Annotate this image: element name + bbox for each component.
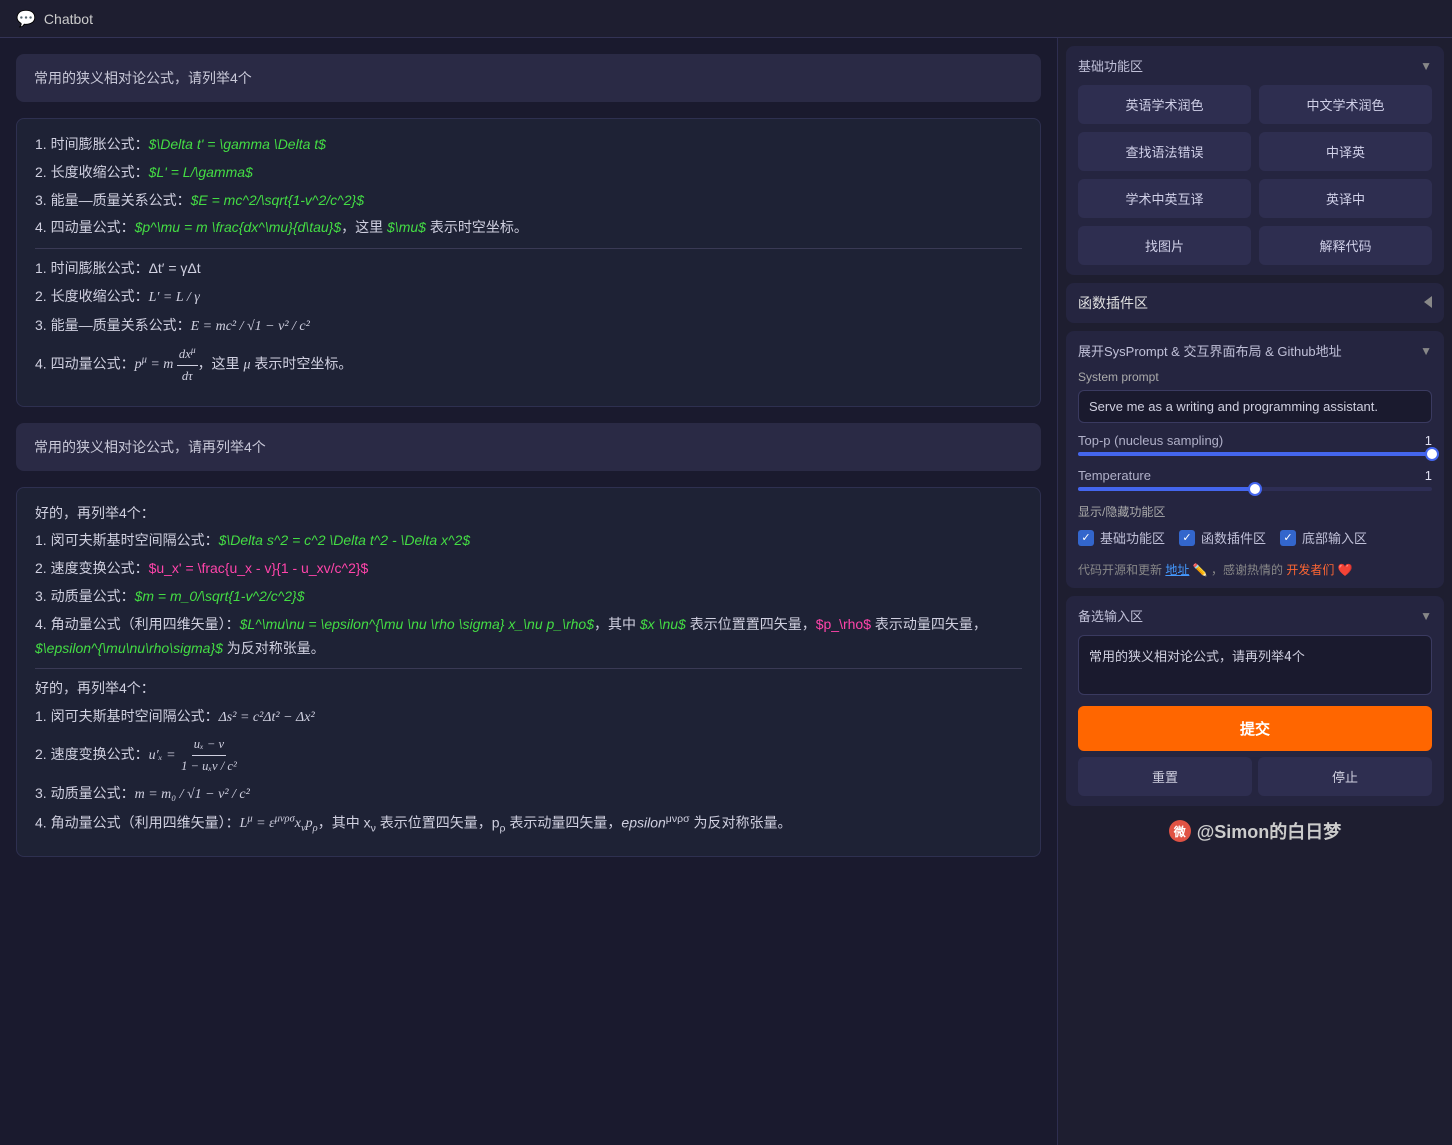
func-section-triangle[interactable]: [1424, 295, 1432, 311]
reset-button[interactable]: 重置: [1078, 757, 1252, 796]
checkbox-bottom-input[interactable]: ✓ 底部输入区: [1280, 528, 1367, 547]
top-p-value: 1: [1425, 433, 1432, 448]
top-p-row: Top-p (nucleus sampling) 1: [1078, 433, 1432, 448]
temperature-slider[interactable]: [1078, 487, 1432, 491]
checkbox-basic-func-label: 基础功能区: [1100, 528, 1165, 547]
checkbox-func-plugin-icon: ✓: [1179, 530, 1195, 546]
app-header: 💬 Chatbot: [0, 0, 1452, 38]
backup-input-section: 备选输入区 ▼ 常用的狭义相对论公式，请再列举4个 提交 重置 停止: [1066, 596, 1444, 806]
temperature-row: Temperature 1: [1078, 468, 1432, 483]
checkbox-bottom-input-label: 底部输入区: [1302, 528, 1367, 547]
checkbox-basic-func[interactable]: ✓ 基础功能区: [1078, 528, 1165, 547]
heart-icon: ❤️: [1338, 563, 1353, 577]
btn-grammar-check[interactable]: 查找语法错误: [1078, 132, 1251, 171]
checkbox-bottom-input-icon: ✓: [1280, 530, 1296, 546]
basic-functions-section: 基础功能区 ▼ 英语学术润色 中文学术润色 查找语法错误 中译英 学术中英互译 …: [1066, 46, 1444, 275]
stop-button[interactable]: 停止: [1258, 757, 1432, 796]
btn-english-academic[interactable]: 英语学术润色: [1078, 85, 1251, 124]
checkbox-group: ✓ 基础功能区 ✓ 函数插件区 ✓ 底部输入区: [1078, 528, 1432, 553]
func-plugin-section: 函数插件区: [1066, 283, 1444, 323]
sysprompt-chevron[interactable]: ▼: [1420, 344, 1432, 358]
top-p-slider[interactable]: [1078, 452, 1432, 456]
user-message-2: 常用的狭义相对论公式，请再列举4个: [16, 423, 1041, 471]
basic-section-title: 基础功能区: [1078, 56, 1143, 75]
watermark-text: @Simon的白日梦: [1197, 818, 1342, 844]
temperature-label: Temperature: [1078, 468, 1151, 483]
source-link[interactable]: 地址: [1165, 563, 1189, 577]
main-layout: 常用的狭义相对论公式，请列举4个 1. 时间膨胀公式：$\Delta t' = …: [0, 38, 1452, 1145]
watermark: 微 @Simon的白日梦: [1066, 814, 1444, 848]
btn-explain-code[interactable]: 解释代码: [1259, 226, 1432, 265]
bottom-buttons: 重置 停止: [1078, 757, 1432, 796]
pencil-icon: ✏️: [1193, 563, 1208, 577]
basic-button-grid: 英语学术润色 中文学术润色 查找语法错误 中译英 学术中英互译 英译中 找图片 …: [1078, 85, 1432, 265]
btn-academic-translate[interactable]: 学术中英互译: [1078, 179, 1251, 218]
devs-link[interactable]: 开发者们: [1286, 563, 1334, 577]
checkbox-func-plugin-label: 函数插件区: [1201, 528, 1266, 547]
btn-zh-to-en[interactable]: 中译英: [1259, 132, 1432, 171]
show-hide-label: 显示/隐藏功能区: [1078, 503, 1432, 520]
sysprompt-section-header: 展开SysPrompt & 交互界面布局 & Github地址 ▼: [1078, 341, 1432, 360]
checkbox-func-plugin[interactable]: ✓ 函数插件区: [1179, 528, 1266, 547]
backup-section-header: 备选输入区 ▼: [1078, 606, 1432, 625]
assistant-message-2: 好的，再列举4个： 1. 闵可夫斯基时空间隔公式：$\Delta s^2 = c…: [16, 487, 1041, 857]
btn-find-image[interactable]: 找图片: [1078, 226, 1251, 265]
func-section-header: 函数插件区: [1078, 293, 1432, 313]
top-p-label: Top-p (nucleus sampling): [1078, 433, 1223, 448]
checkbox-basic-func-icon: ✓: [1078, 530, 1094, 546]
backup-section-title: 备选输入区: [1078, 606, 1143, 625]
system-prompt-value[interactable]: Serve me as a writing and programming as…: [1078, 390, 1432, 423]
chat-area[interactable]: 常用的狭义相对论公式，请列举4个 1. 时间膨胀公式：$\Delta t' = …: [0, 38, 1057, 1145]
func-section-title: 函数插件区: [1078, 293, 1148, 313]
show-hide-section: 显示/隐藏功能区 ✓ 基础功能区 ✓ 函数插件区 ✓ 底部输入区: [1078, 503, 1432, 553]
system-prompt-label: System prompt: [1078, 370, 1432, 384]
backup-textarea[interactable]: 常用的狭义相对论公式，请再列举4个: [1078, 635, 1432, 695]
backup-chevron[interactable]: ▼: [1420, 609, 1432, 623]
right-panel: 基础功能区 ▼ 英语学术润色 中文学术润色 查找语法错误 中译英 学术中英互译 …: [1057, 38, 1452, 1145]
submit-button[interactable]: 提交: [1078, 706, 1432, 751]
temperature-value: 1: [1425, 468, 1432, 483]
assistant-message-1: 1. 时间膨胀公式：$\Delta t' = \gamma \Delta t$ …: [16, 118, 1041, 407]
chatbot-icon: 💬: [16, 9, 36, 29]
app-title: Chatbot: [44, 11, 93, 27]
weibo-icon: 微: [1169, 820, 1191, 843]
open-source-text: 代码开源和更新 地址 ✏️ ，感谢热情的 开发者们 ❤️: [1078, 561, 1432, 578]
btn-en-to-zh[interactable]: 英译中: [1259, 179, 1432, 218]
sysprompt-title: 展开SysPrompt & 交互界面布局 & Github地址: [1078, 341, 1342, 360]
basic-section-header: 基础功能区 ▼: [1078, 56, 1432, 75]
user-message-1: 常用的狭义相对论公式，请列举4个: [16, 54, 1041, 102]
basic-section-chevron[interactable]: ▼: [1420, 59, 1432, 73]
btn-chinese-academic[interactable]: 中文学术润色: [1259, 85, 1432, 124]
sysprompt-section: 展开SysPrompt & 交互界面布局 & Github地址 ▼ System…: [1066, 331, 1444, 588]
